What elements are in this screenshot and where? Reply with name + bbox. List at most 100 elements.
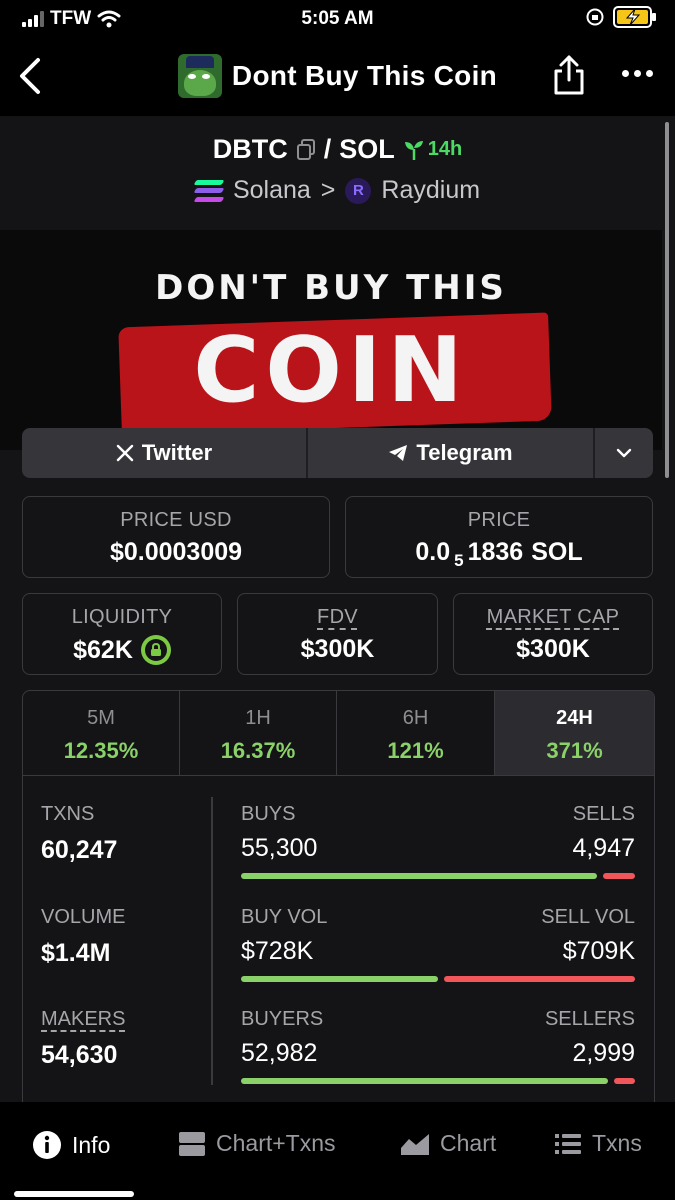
tab-chart-txns[interactable]: Chart+Txns: [178, 1130, 336, 1157]
chain-dex[interactable]: Raydium: [381, 176, 480, 205]
buys-value: 55,300: [241, 834, 318, 862]
page-title: Dont Buy This Coin: [231, 60, 498, 91]
sell-vol-value: $709K: [562, 937, 635, 965]
more-icon[interactable]: [622, 70, 653, 77]
txns-stat: TXNS 60,247: [41, 803, 117, 865]
sells-value: 4,947: [572, 834, 635, 862]
buyers-sellers-stat: BUYERS SELLERS 52,982 2,999: [241, 1008, 635, 1084]
pair-age-value: 14h: [427, 138, 463, 160]
tab-chart-label: Chart: [440, 1130, 497, 1156]
tab-chart-txns-label: Chart+Txns: [216, 1130, 336, 1156]
timeframe-label: 6H: [402, 707, 429, 729]
buyers-label: BUYERS: [241, 1008, 324, 1030]
token-avatar: [177, 54, 222, 98]
makers-value: 54,630: [41, 1041, 118, 1069]
scrollbar[interactable]: [665, 122, 669, 478]
txns-value: 60,247: [41, 836, 118, 864]
orientation-lock-icon: [586, 8, 604, 26]
sell-bar-fill: [603, 873, 635, 879]
price-native-value: 0.0 5 1836 SOL: [346, 538, 652, 570]
liquidity-card: LIQUIDITY $62K: [22, 593, 222, 675]
lock-icon[interactable]: [140, 635, 171, 665]
bottom-tab-bar: Info Chart+Txns Chart Txns: [0, 1102, 675, 1200]
banner-word: COIN: [193, 318, 469, 423]
pair-age: 14h: [403, 138, 462, 161]
buys-label: BUYS: [241, 803, 296, 825]
timeframe-tab-24h[interactable]: 24H 371%: [495, 691, 654, 776]
twitter-button[interactable]: Twitter: [22, 428, 308, 478]
status-right: [585, 6, 657, 28]
sellers-label: SELLERS: [544, 1008, 635, 1030]
liquidity-value: $62K: [73, 635, 133, 664]
price-usd-label: PRICE USD: [120, 509, 232, 531]
price-native-subscript: 5: [454, 550, 464, 570]
sprout-icon: [404, 140, 423, 160]
battery-icon: [613, 6, 656, 28]
home-indicator[interactable]: [14, 1191, 134, 1197]
pair-quote: SOL: [339, 134, 395, 164]
timeframe-change: 121%: [387, 738, 444, 763]
market-cap-card[interactable]: MARKET CAP $300K: [453, 593, 653, 675]
timeframe-label: 1H: [245, 707, 271, 729]
market-cap-label: MARKET CAP: [486, 606, 620, 628]
raydium-icon: R: [345, 177, 372, 204]
copy-icon[interactable]: [296, 138, 316, 161]
makers-stat[interactable]: MAKERS 54,630: [41, 1008, 125, 1070]
liquidity-label: LIQUIDITY: [71, 606, 173, 628]
buy-bar-fill: [241, 873, 598, 879]
sell-vol-label: SELL VOL: [541, 906, 635, 928]
timeframe-change: 16.37%: [220, 738, 296, 763]
buyers-value: 52,982: [241, 1039, 318, 1067]
price-usd-card: PRICE USD $0.0003009: [22, 496, 330, 578]
buy-sell-volume-bar: [241, 976, 635, 982]
token-info-content: DBTC / SOL 14h Solana > R Raydium DON'T …: [0, 116, 675, 1102]
volume-value: $1.4M: [41, 939, 111, 967]
pair-separator: /: [323, 134, 332, 164]
banner-headline: DON'T BUY THIS: [155, 268, 507, 308]
sell-bar-fill: [614, 1078, 635, 1084]
chart-txns-icon: [179, 1131, 205, 1156]
fdv-card[interactable]: FDV $300K: [237, 593, 438, 675]
pair-base: DBTC: [212, 134, 288, 164]
timeframe-change: 12.35%: [63, 738, 139, 763]
status-bar: TFW 5:05 AM: [0, 0, 675, 36]
fdv-label: FDV: [317, 606, 358, 628]
chart-icon: [401, 1133, 429, 1155]
buy-vol-value: $728K: [241, 937, 314, 965]
timeframe-change: 371%: [546, 738, 603, 763]
price-usd-value: $0.0003009: [109, 538, 243, 566]
chain-network[interactable]: Solana: [233, 176, 311, 205]
volume-stat: VOLUME $1.4M: [41, 906, 125, 968]
telegram-button[interactable]: Telegram: [308, 428, 595, 478]
clock: 5:05 AM: [301, 8, 374, 29]
list-icon: [555, 1133, 581, 1154]
sellers-value: 2,999: [572, 1039, 635, 1067]
buy-vol-label: BUY VOL: [241, 906, 328, 928]
timeframe-tab-5m[interactable]: 5M 12.35%: [23, 691, 180, 776]
txns-label: TXNS: [41, 803, 95, 825]
timeframe-tab-6h[interactable]: 6H 121%: [337, 691, 495, 776]
telegram-icon: [389, 445, 408, 461]
info-icon: [33, 1131, 61, 1159]
tab-txns[interactable]: Txns: [554, 1130, 642, 1157]
buy-bar-fill: [241, 1078, 609, 1084]
social-links: Twitter Telegram: [22, 428, 653, 478]
buy-sell-volume-stat: BUY VOL SELL VOL $728K $709K: [241, 906, 635, 982]
stats-divider: [211, 797, 213, 1085]
telegram-label: Telegram: [416, 440, 513, 465]
volume-label: VOLUME: [41, 906, 126, 928]
timeframe-tab-1h[interactable]: 1H 16.37%: [180, 691, 337, 776]
tab-info[interactable]: Info: [32, 1130, 110, 1160]
pair-header: DBTC / SOL 14h: [0, 134, 675, 165]
timeframe-label: 24H: [556, 707, 593, 729]
tab-info-label: Info: [72, 1131, 111, 1158]
x-logo-icon: [116, 444, 133, 462]
sells-label: SELLS: [572, 803, 635, 825]
chain-breadcrumb: Solana > R Raydium: [0, 176, 675, 205]
price-native-prefix: 0.0: [415, 538, 451, 566]
market-cap-value: $300K: [516, 635, 590, 663]
tab-chart[interactable]: Chart: [400, 1130, 496, 1157]
chevron-down-icon: [616, 448, 632, 458]
more-links-dropdown[interactable]: [595, 428, 653, 478]
share-icon[interactable]: [552, 54, 586, 96]
